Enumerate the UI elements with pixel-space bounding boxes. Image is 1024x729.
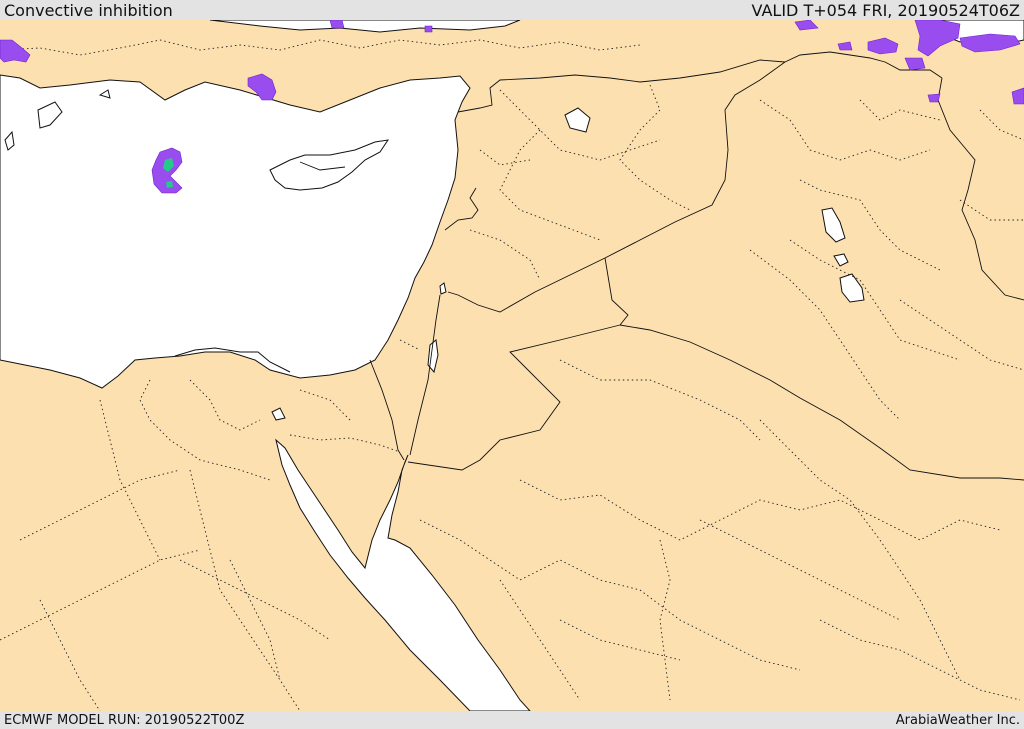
cin-patch-aegean-2	[424, 25, 433, 33]
model-run-label: ECMWF MODEL RUN: 20190522T00Z	[4, 712, 245, 728]
footer-bar: ECMWF MODEL RUN: 20190522T00Z ArabiaWeat…	[0, 711, 1024, 729]
weather-map[interactable]	[0, 20, 1024, 711]
header-bar: Convective inhibition VALID T+054 FRI, 2…	[0, 0, 1024, 20]
map-title: Convective inhibition	[4, 0, 173, 20]
valid-time: VALID T+054 FRI, 20190524T06Z	[751, 0, 1020, 20]
credit-label: ArabiaWeather Inc.	[895, 712, 1020, 728]
cin-core-mediterranean-2	[166, 181, 173, 188]
cin-patch-blacksea	[329, 20, 345, 29]
cin-patch-caucasus-6	[927, 93, 941, 103]
